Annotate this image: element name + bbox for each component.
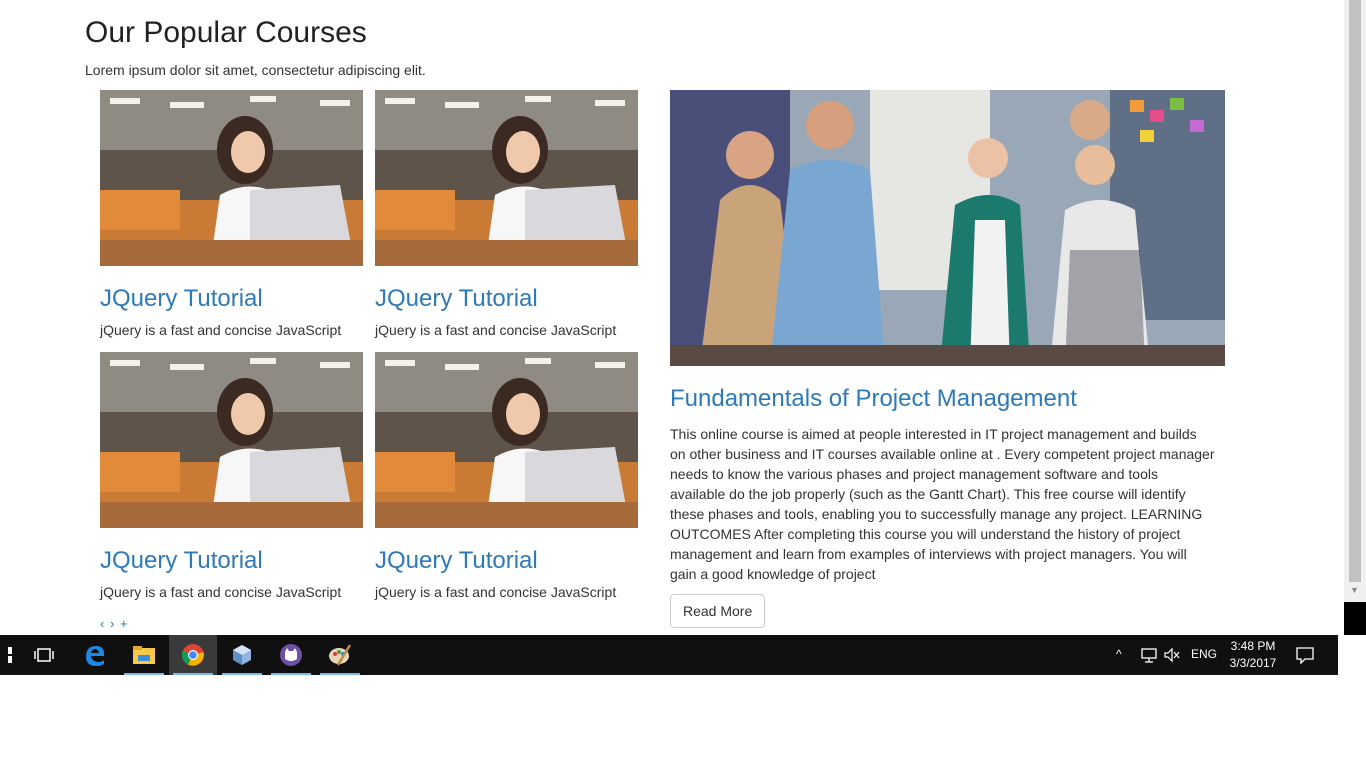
show-hidden-icons-icon[interactable]: ^ <box>1116 647 1122 661</box>
course-thumbnail[interactable] <box>375 90 638 266</box>
course-card[interactable]: JQuery Tutorial jQuery is a fast and con… <box>100 90 363 338</box>
featured-course: Fundamentals of Project Management This … <box>670 90 1225 628</box>
course-card[interactable]: JQuery Tutorial jQuery is a fast and con… <box>100 352 363 600</box>
featured-course-description: This online course is aimed at people in… <box>670 426 1215 582</box>
system-clock[interactable]: 3:48 PM 3/3/2017 <box>1228 638 1278 672</box>
web-page: Our Popular Courses Lorem ipsum dolor si… <box>0 0 1344 635</box>
course-thumbnail[interactable] <box>100 90 363 266</box>
carousel-pager: ‹ › + <box>100 616 129 631</box>
prev-arrow-icon[interactable]: ‹ <box>100 616 105 631</box>
app-cat-icon[interactable] <box>267 635 315 675</box>
course-title[interactable]: JQuery Tutorial <box>100 546 363 576</box>
network-icon[interactable] <box>1140 647 1158 668</box>
course-title[interactable]: JQuery Tutorial <box>375 284 638 314</box>
virtualbox-icon[interactable] <box>218 635 266 675</box>
add-icon[interactable]: + <box>120 616 129 631</box>
input-language[interactable]: ENG <box>1191 647 1217 661</box>
scrollbar-corner <box>1344 602 1366 635</box>
task-view-icon[interactable] <box>20 635 68 675</box>
edge-icon[interactable] <box>71 635 119 675</box>
course-title[interactable]: JQuery Tutorial <box>375 546 638 576</box>
clock-time: 3:48 PM <box>1230 639 1276 653</box>
course-title[interactable]: JQuery Tutorial <box>100 284 363 314</box>
section-title: Our Popular Courses <box>85 16 367 49</box>
next-arrow-icon[interactable]: › <box>110 616 115 631</box>
course-thumbnail[interactable] <box>100 352 363 528</box>
read-more-button[interactable]: Read More <box>670 594 766 628</box>
scroll-down-arrow-icon[interactable]: ▼ <box>1350 585 1359 595</box>
course-thumbnail[interactable] <box>375 352 638 528</box>
chrome-icon[interactable] <box>169 635 217 675</box>
featured-course-image <box>670 90 1225 366</box>
course-description: jQuery is a fast and concise JavaScript <box>100 322 342 338</box>
featured-course-title[interactable]: Fundamentals of Project Management <box>670 384 1225 414</box>
taskbar: ^ ENG 3:48 PM 3/3/2017 <box>0 635 1338 675</box>
file-explorer-icon[interactable] <box>120 635 168 675</box>
course-card[interactable]: JQuery Tutorial jQuery is a fast and con… <box>375 90 638 338</box>
section-subtitle: Lorem ipsum dolor sit amet, consectetur … <box>85 62 426 78</box>
course-description: jQuery is a fast and concise JavaScript <box>375 584 617 600</box>
course-card[interactable]: JQuery Tutorial jQuery is a fast and con… <box>375 352 638 600</box>
course-description: jQuery is a fast and concise JavaScript <box>375 322 617 338</box>
scrollbar-thumb[interactable] <box>1349 0 1361 582</box>
volume-muted-icon[interactable] <box>1163 647 1181 668</box>
paint-icon[interactable] <box>316 635 364 675</box>
action-center-icon[interactable] <box>1296 646 1314 669</box>
course-description: jQuery is a fast and concise JavaScript <box>100 584 342 600</box>
vertical-scrollbar[interactable]: ▼ <box>1344 0 1366 635</box>
clock-date: 3/3/2017 <box>1229 656 1277 670</box>
